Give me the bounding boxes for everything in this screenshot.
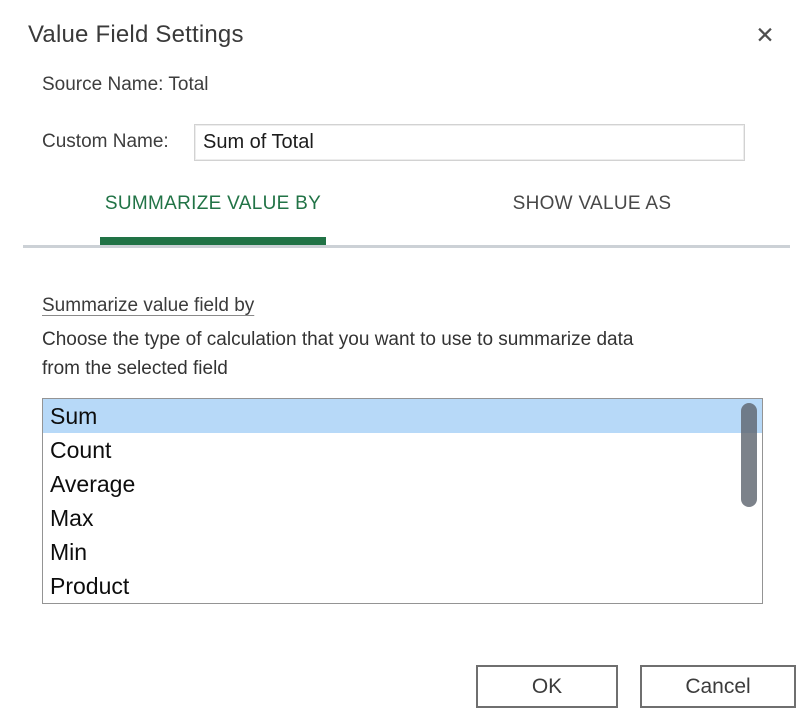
list-item-product[interactable]: Product	[43, 569, 762, 603]
source-name-text: Source Name: Total	[42, 74, 209, 96]
list-item-min[interactable]: Min	[43, 535, 762, 569]
section-description-line2: from the selected field	[42, 354, 633, 383]
active-tab-underline	[100, 237, 326, 245]
calculation-listbox[interactable]: Sum Count Average Max Min Product	[42, 398, 763, 604]
section-description: Choose the type of calculation that you …	[42, 325, 633, 383]
section-description-line1: Choose the type of calculation that you …	[42, 325, 633, 354]
list-item-sum[interactable]: Sum	[43, 399, 762, 433]
close-icon[interactable]: ✕	[746, 16, 784, 54]
value-field-settings-dialog: Value Field Settings ✕ Source Name: Tota…	[0, 0, 806, 726]
section-heading: Summarize value field by	[42, 295, 254, 317]
tab-summarize-value-by[interactable]: SUMMARIZE VALUE BY	[100, 193, 326, 215]
source-name-label: Source Name:	[42, 74, 163, 95]
cancel-button[interactable]: Cancel	[640, 665, 796, 708]
scrollbar-thumb[interactable]	[741, 403, 757, 507]
custom-name-input[interactable]	[194, 124, 745, 161]
tab-divider	[23, 245, 790, 248]
list-item-max[interactable]: Max	[43, 501, 762, 535]
ok-button[interactable]: OK	[476, 665, 618, 708]
source-name-value: Total	[168, 74, 208, 95]
list-item-average[interactable]: Average	[43, 467, 762, 501]
dialog-title: Value Field Settings	[28, 21, 244, 49]
tab-show-value-as[interactable]: SHOW VALUE AS	[479, 193, 705, 215]
list-item-count[interactable]: Count	[43, 433, 762, 467]
custom-name-label: Custom Name:	[42, 131, 169, 153]
